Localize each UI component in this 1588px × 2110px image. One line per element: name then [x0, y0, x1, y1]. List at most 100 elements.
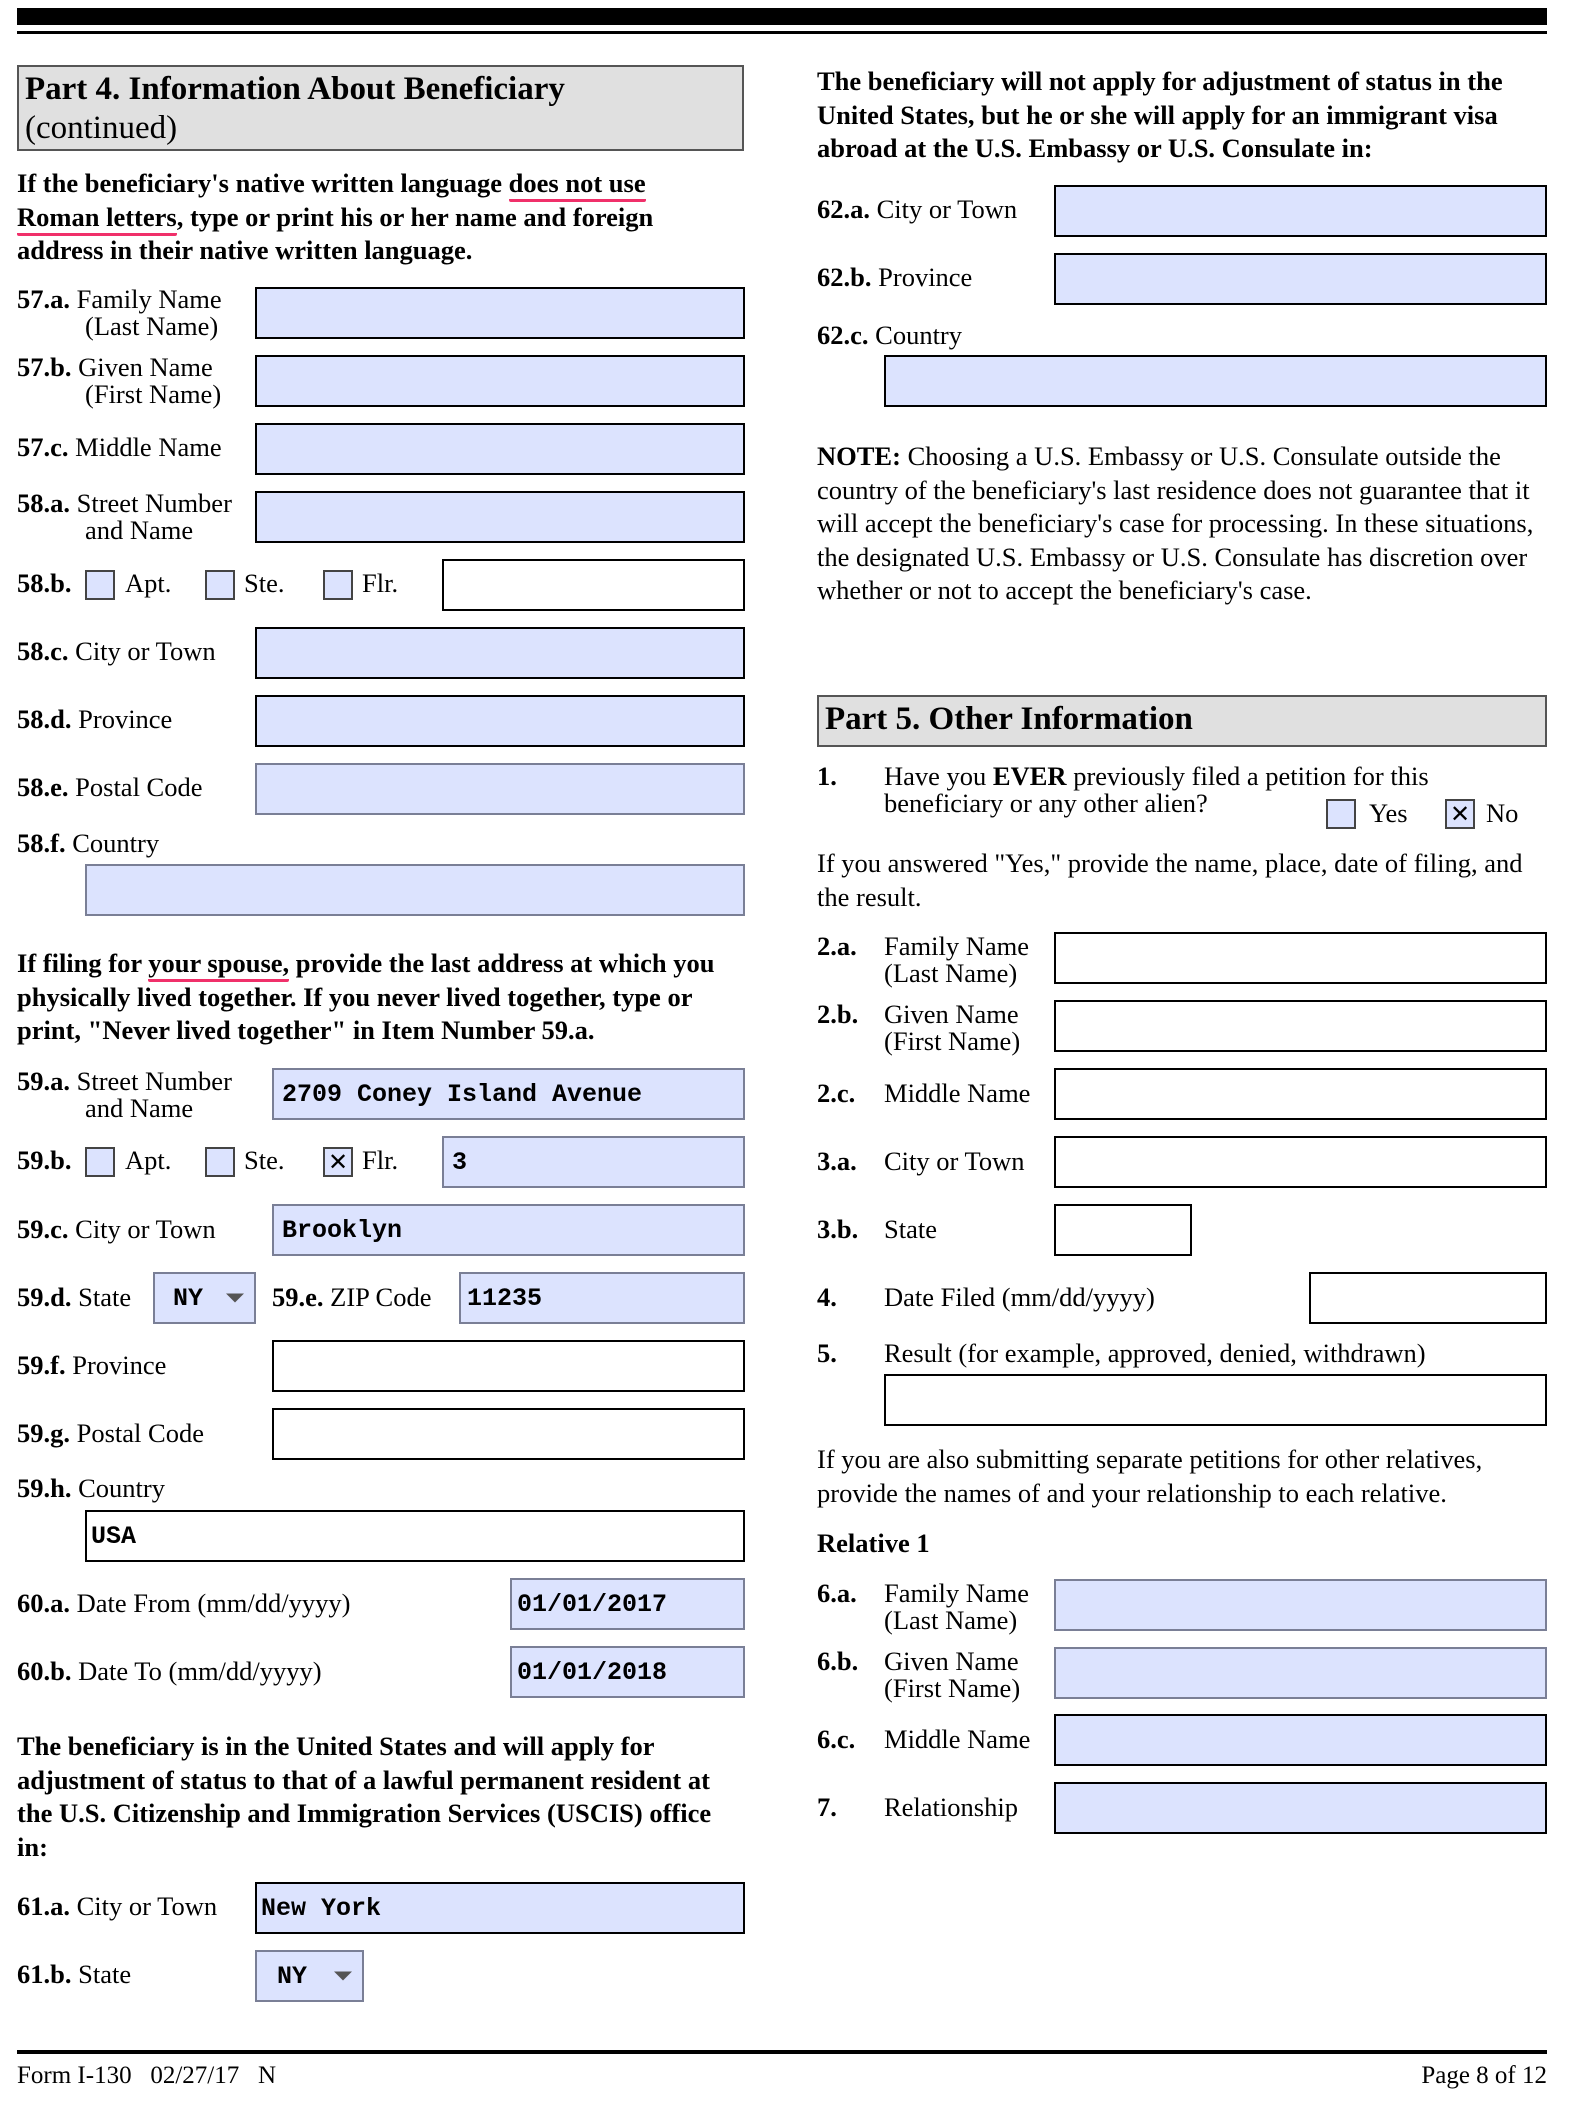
ste-checkbox-59b[interactable] — [205, 1147, 235, 1177]
consulate-country-62c-input[interactable] — [884, 355, 1547, 407]
part4-title: Part 4. Information About Beneficiary — [25, 71, 565, 107]
underlined-phrase: your spouse, — [148, 948, 290, 982]
family-name-native-input[interactable] — [255, 287, 745, 339]
label-5: 5. Result (for example, approved, denied,… — [817, 1338, 1426, 1368]
apt-label-58b: Apt. — [125, 568, 172, 598]
country-59h-input[interactable]: USA — [85, 1510, 745, 1562]
state-59d-select[interactable]: NY — [153, 1272, 256, 1324]
note-label: NOTE: — [817, 441, 901, 471]
flr-checkbox-58b[interactable] — [323, 570, 353, 600]
label-2c: 2.c. Middle Name — [817, 1078, 1031, 1108]
check-x-icon: ✕ — [1449, 800, 1471, 828]
instr-text: If the beneficiary's native written lang… — [17, 168, 509, 198]
label-59d: 59.d. State — [17, 1282, 132, 1312]
country-native-input[interactable] — [85, 864, 745, 916]
result-5-input[interactable] — [884, 1374, 1547, 1426]
label-59c: 59.c. City or Town — [17, 1214, 216, 1244]
state-59d-value: NY — [173, 1283, 204, 1313]
prior-state-3b-input[interactable] — [1054, 1204, 1192, 1256]
label-59h: 59.h. Country — [17, 1473, 165, 1503]
label-2a: 2.a. Family Name (Last Name) — [817, 931, 1029, 988]
state-61b-value: NY — [277, 1961, 308, 1991]
label-58f: 58.f. Country — [17, 828, 160, 858]
unit-number-58b-input[interactable] — [442, 559, 745, 611]
label-7: 7. Relationship — [817, 1792, 1018, 1822]
spouse-address-instructions: If filing for your spouse, provide the l… — [17, 947, 744, 1048]
prior-middle-name-2c-input[interactable] — [1054, 1068, 1547, 1120]
date-from-60a-input[interactable]: 01/01/2017 — [510, 1578, 745, 1630]
relative-middle-name-6c-input[interactable] — [1054, 1714, 1547, 1766]
yes-answer-instructions: If you answered "Yes," provide the name,… — [817, 848, 1523, 912]
label-58a: 58.a. Street Number and Name — [17, 488, 232, 545]
label-60b: 60.b. Date To (mm/dd/yyyy) — [17, 1656, 322, 1686]
label-57b: 57.b. Given Name (First Name) — [17, 352, 222, 409]
label-58d: 58.d. Province — [17, 704, 173, 734]
label-4: 4. Date Filed (mm/dd/yyyy) — [817, 1282, 1155, 1312]
street-native-input[interactable] — [255, 491, 745, 543]
label-59g: 59.g. Postal Code — [17, 1418, 204, 1448]
consulate-city-62a-input[interactable] — [1054, 185, 1547, 237]
label-61a: 61.a. City or Town — [17, 1891, 218, 1921]
street-address-59a-input[interactable]: 2709 Coney Island Avenue — [272, 1068, 745, 1120]
city-61a-input[interactable]: New York — [255, 1882, 745, 1934]
part5-title: Part 5. Other Information — [825, 701, 1193, 737]
relative-given-name-6b-input[interactable] — [1054, 1647, 1547, 1699]
label-2b: 2.b. Given Name (First Name) — [817, 999, 1021, 1056]
date-to-60b-input[interactable]: 01/01/2018 — [510, 1646, 745, 1698]
label-6b: 6.b. Given Name (First Name) — [817, 1646, 1021, 1703]
dropdown-arrow-icon — [334, 1971, 352, 1981]
apt-label-59b: Apt. — [125, 1145, 172, 1175]
prior-family-name-2a-input[interactable] — [1054, 932, 1547, 984]
native-language-instructions: If the beneficiary's native written lang… — [17, 167, 744, 268]
note-text: Choosing a U.S. Embassy or U.S. Consulat… — [817, 441, 1534, 605]
province-59f-input[interactable] — [272, 1340, 745, 1392]
postal-code-native-input[interactable] — [255, 763, 745, 815]
other-relatives-instructions: If you are also submitting separate peti… — [817, 1444, 1483, 1508]
dropdown-arrow-icon — [226, 1293, 244, 1303]
flr-checkbox-59b[interactable]: ✕ — [323, 1147, 353, 1177]
ste-label-58b: Ste. — [244, 568, 285, 598]
underlined-phrase: Roman letters — [17, 201, 177, 236]
ste-checkbox-58b[interactable] — [205, 570, 235, 600]
label-62b: 62.b. Province — [817, 262, 973, 292]
apt-checkbox-58b[interactable] — [85, 570, 115, 600]
relative-1-heading: Relative 1 — [817, 1528, 930, 1558]
label-59b: 59.b. — [17, 1145, 72, 1175]
label-57c: 57.c. Middle Name — [17, 432, 222, 462]
city-native-input[interactable] — [255, 627, 745, 679]
unit-number-59b-input[interactable]: 3 — [442, 1136, 745, 1188]
province-native-input[interactable] — [255, 695, 745, 747]
consulate-instructions: The beneficiary will not apply for adjus… — [817, 66, 1503, 163]
label-58b: 58.b. — [17, 568, 72, 598]
label-6c: 6.c. Middle Name — [817, 1724, 1031, 1754]
state-61b-select[interactable]: NY — [255, 1950, 364, 2002]
prior-city-3a-input[interactable] — [1054, 1136, 1547, 1188]
previous-petition-yes-checkbox[interactable] — [1326, 799, 1356, 829]
form-identifier: Form I-130 02/27/17 N — [17, 2062, 277, 2089]
city-59c-input[interactable]: Brooklyn — [272, 1204, 745, 1256]
label-3b: 3.b. State — [817, 1214, 937, 1244]
label-59e: 59.e. ZIP Code — [272, 1282, 432, 1312]
given-name-native-input[interactable] — [255, 355, 745, 407]
label-62a: 62.a. City or Town — [817, 194, 1018, 224]
underlined-phrase: does not use — [508, 168, 646, 202]
label-q1: 1. — [817, 761, 837, 791]
label-58c: 58.c. City or Town — [17, 636, 216, 666]
label-62c: 62.c. Country — [817, 320, 963, 350]
no-label: No — [1486, 798, 1519, 828]
prior-given-name-2b-input[interactable] — [1054, 1000, 1547, 1052]
consulate-province-62b-input[interactable] — [1054, 253, 1547, 305]
date-filed-4-input[interactable] — [1309, 1272, 1547, 1324]
zip-code-59e-input[interactable]: 11235 — [459, 1272, 745, 1324]
middle-name-native-input[interactable] — [255, 423, 745, 475]
flr-label-58b: Flr. — [362, 568, 399, 598]
label-6a: 6.a. Family Name (Last Name) — [817, 1578, 1029, 1635]
part4-header: Part 4. Information About Beneficiary (c… — [17, 65, 744, 151]
postal-code-59g-input[interactable] — [272, 1408, 745, 1460]
previous-petition-no-checkbox[interactable]: ✕ — [1445, 799, 1475, 829]
relationship-7-input[interactable] — [1054, 1782, 1547, 1834]
relative-family-name-6a-input[interactable] — [1054, 1579, 1547, 1631]
apt-checkbox-59b[interactable] — [85, 1147, 115, 1177]
label-61b: 61.b. State — [17, 1959, 132, 1989]
part5-header: Part 5. Other Information — [817, 695, 1547, 747]
